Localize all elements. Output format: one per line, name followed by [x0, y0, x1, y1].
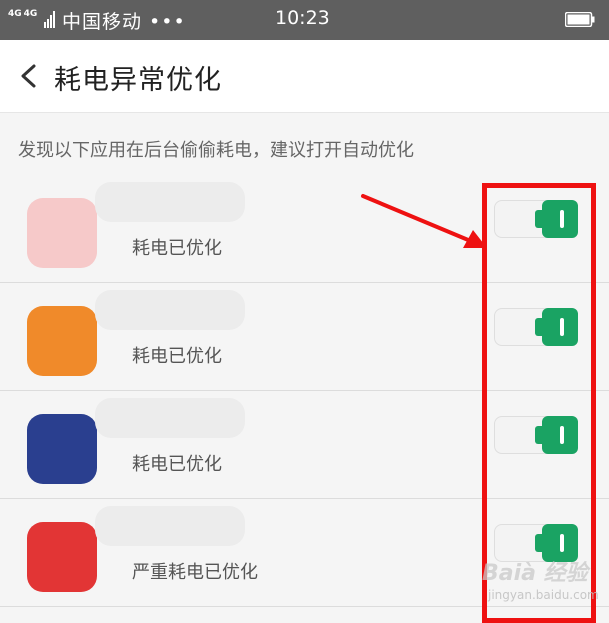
app-icon	[27, 414, 97, 484]
carrier-name: 中国移动 •••	[62, 11, 186, 33]
optimization-status: 耗电已优化	[132, 454, 222, 475]
chevron-left-icon[interactable]	[14, 60, 44, 92]
status-bar: 4G 4G 中国移动 ••• 10:23	[0, 0, 609, 40]
optimization-status: 严重耗电已优化	[132, 562, 258, 583]
network-type: 4G 4G	[8, 9, 39, 19]
annotation-arrow-icon	[361, 194, 487, 248]
hint-text: 发现以下应用在后台偷偷耗电，建议打开自动优化	[18, 140, 414, 161]
optimization-status: 耗电已优化	[132, 238, 222, 259]
app-icon	[27, 522, 97, 592]
network-type-1: 4G	[8, 9, 22, 19]
watermark-logo: Baià 经验	[482, 561, 588, 586]
page-header: 耗电异常优化	[0, 40, 609, 113]
watermark-url: jingyan.baidu.com	[488, 588, 599, 602]
app-icon	[27, 306, 97, 376]
app-name-redacted	[95, 398, 245, 438]
clock: 10:23	[275, 7, 330, 29]
signal-icon	[44, 11, 55, 28]
network-type-2: 4G	[23, 9, 38, 19]
app-icon	[27, 198, 97, 268]
page-title: 耗电异常优化	[54, 65, 222, 96]
app-name-redacted	[95, 182, 245, 222]
optimization-status: 耗电已优化	[132, 346, 222, 367]
app-name-redacted	[95, 290, 245, 330]
app-name-redacted	[95, 506, 245, 546]
battery-icon	[565, 12, 595, 27]
